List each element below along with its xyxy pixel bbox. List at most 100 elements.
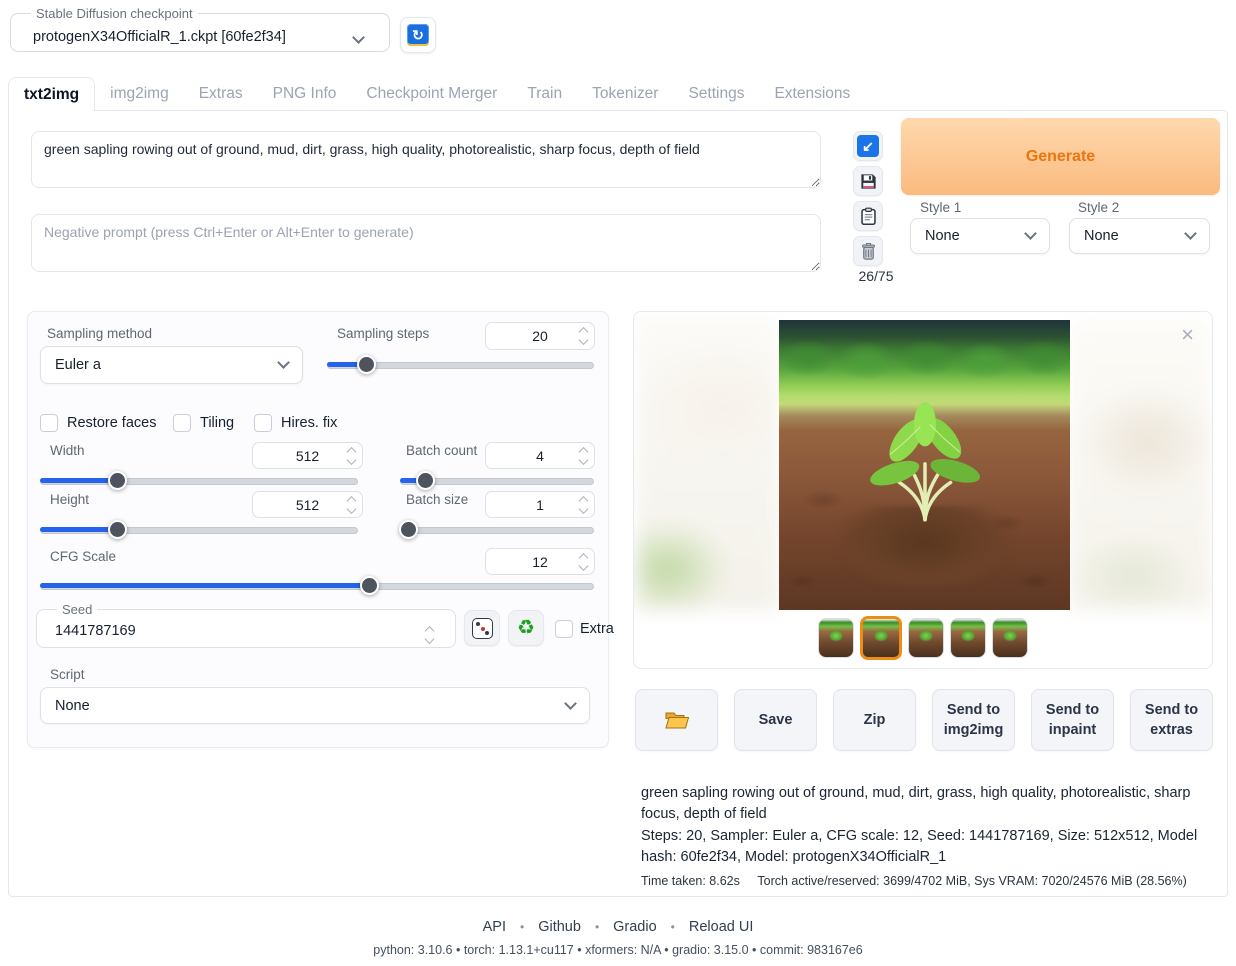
apply-style-button[interactable] xyxy=(853,201,883,231)
footer-link-reload-ui[interactable]: Reload UI xyxy=(689,919,753,935)
batch-size-slider[interactable] xyxy=(400,519,594,539)
restore-faces-label: Restore faces xyxy=(67,415,156,431)
tiling-label: Tiling xyxy=(200,415,234,431)
cfg-scale-slider[interactable] xyxy=(40,575,594,595)
stepper-icon[interactable] xyxy=(580,448,587,463)
tab-txt2img[interactable]: txt2img xyxy=(8,77,95,111)
tab-img2img[interactable]: img2img xyxy=(95,77,184,111)
footer-link-api[interactable]: API xyxy=(483,919,506,935)
tab-extras[interactable]: Extras xyxy=(184,77,258,111)
batch-count-input[interactable]: 4 xyxy=(485,442,595,469)
negative-prompt-input[interactable] xyxy=(31,214,821,272)
style1-select[interactable]: None xyxy=(910,218,1050,254)
txt2img-panel: green sapling rowing out of ground, mud,… xyxy=(8,110,1228,897)
generated-image[interactable] xyxy=(779,320,1070,610)
bullet-separator xyxy=(671,919,675,935)
style1-label: Style 1 xyxy=(920,200,961,215)
height-slider[interactable] xyxy=(40,519,358,539)
sampling-steps-input[interactable]: 20 xyxy=(485,322,595,350)
tab-png-info[interactable]: PNG Info xyxy=(258,77,352,111)
checkpoint-value: protogenX34OfficialR_1.ckpt [60fe2f34] xyxy=(33,29,286,45)
checkpoint-label: Stable Diffusion checkpoint xyxy=(31,6,198,21)
slider-knob[interactable] xyxy=(416,471,435,490)
tab-checkpoint-merger[interactable]: Checkpoint Merger xyxy=(351,77,512,111)
zip-button[interactable]: Zip xyxy=(833,689,916,751)
tab-settings[interactable]: Settings xyxy=(673,77,759,111)
tab-extensions[interactable]: Extensions xyxy=(759,77,865,111)
extra-seed-checkbox[interactable] xyxy=(555,620,573,638)
stepper-icon[interactable] xyxy=(580,497,587,512)
slider-knob[interactable] xyxy=(399,520,418,539)
save-button[interactable]: Save xyxy=(734,689,817,751)
stepper-icon[interactable] xyxy=(426,627,433,642)
output-gallery: × xyxy=(633,311,1213,669)
clipboard-icon xyxy=(859,207,878,226)
chevron-down-icon xyxy=(277,356,290,369)
script-label: Script xyxy=(50,667,85,682)
width-input[interactable]: 512 xyxy=(252,442,363,469)
hires-fix-checkbox[interactable] xyxy=(254,414,272,432)
batch-count-slider[interactable] xyxy=(400,470,594,490)
generation-info: green sapling rowing out of ground, mud,… xyxy=(641,783,1216,891)
version-info: python: 3.10.6 • torch: 1.13.1+cu117 • x… xyxy=(0,943,1236,957)
gallery-thumbnail-selected[interactable] xyxy=(860,616,902,660)
tab-train[interactable]: Train xyxy=(512,77,577,111)
footer-link-gradio[interactable]: Gradio xyxy=(613,919,657,935)
stepper-icon[interactable] xyxy=(580,329,587,344)
width-label: Width xyxy=(50,443,85,458)
batch-size-label: Batch size xyxy=(406,492,468,507)
height-input[interactable]: 512 xyxy=(252,491,363,518)
restore-faces-checkbox[interactable] xyxy=(40,414,58,432)
clear-prompt-button[interactable] xyxy=(853,236,883,266)
reuse-seed-button[interactable]: ♻ xyxy=(508,610,544,646)
open-folder-button[interactable] xyxy=(635,689,718,751)
time-taken: Time taken: 8.62s xyxy=(641,874,740,888)
gallery-thumbnail[interactable] xyxy=(818,618,854,658)
send-to-img2img-button[interactable]: Send to img2img xyxy=(932,689,1015,751)
sampling-steps-slider[interactable] xyxy=(327,354,594,374)
random-seed-button[interactable] xyxy=(464,610,500,646)
paste-params-button[interactable]: ↙ xyxy=(853,131,883,161)
chevron-down-icon xyxy=(352,31,365,44)
close-icon[interactable]: × xyxy=(1173,320,1202,350)
hires-fix-label: Hires. fix xyxy=(281,415,337,431)
bullet-separator xyxy=(520,919,524,935)
save-style-button[interactable] xyxy=(853,166,883,196)
generate-button[interactable]: Generate xyxy=(901,118,1220,195)
prompt-input[interactable]: green sapling rowing out of ground, mud,… xyxy=(31,131,821,188)
chevron-down-icon xyxy=(1024,227,1037,240)
slider-knob[interactable] xyxy=(108,520,127,539)
style2-select[interactable]: None xyxy=(1069,218,1210,254)
cfg-scale-input[interactable]: 12 xyxy=(485,548,595,575)
extra-seed-label: Extra xyxy=(580,621,614,637)
send-to-extras-button[interactable]: Send to extras xyxy=(1130,689,1213,751)
gallery-thumbnails xyxy=(634,616,1212,660)
seed-value: 1441787169 xyxy=(55,623,136,639)
slider-knob[interactable] xyxy=(357,355,376,374)
send-to-inpaint-button[interactable]: Send to inpaint xyxy=(1031,689,1114,751)
seed-input[interactable]: Seed 1441787169 xyxy=(36,602,456,648)
folder-icon xyxy=(664,709,690,731)
checkpoint-select[interactable]: Stable Diffusion checkpoint protogenX34O… xyxy=(10,6,390,52)
sampling-method-select[interactable]: Euler a xyxy=(40,346,303,384)
stepper-icon[interactable] xyxy=(348,497,355,512)
seed-label: Seed xyxy=(57,602,97,617)
gallery-thumbnail[interactable] xyxy=(908,618,944,658)
slider-knob[interactable] xyxy=(108,471,127,490)
batch-size-input[interactable]: 1 xyxy=(485,491,595,518)
footer-link-github[interactable]: Github xyxy=(538,919,581,935)
stepper-icon[interactable] xyxy=(580,554,587,569)
refresh-checkpoint-button[interactable]: ↻ xyxy=(400,17,436,53)
token-counter: 26/75 xyxy=(847,268,905,284)
tiling-checkbox[interactable] xyxy=(173,414,191,432)
tab-tokenizer[interactable]: Tokenizer xyxy=(577,77,673,111)
vram-usage: Torch active/reserved: 3699/4702 MiB, Sy… xyxy=(757,874,1186,888)
gallery-backdrop xyxy=(1070,320,1211,610)
slider-knob[interactable] xyxy=(360,576,379,595)
stepper-icon[interactable] xyxy=(348,448,355,463)
style2-label: Style 2 xyxy=(1078,200,1119,215)
gallery-thumbnail[interactable] xyxy=(992,618,1028,658)
width-slider[interactable] xyxy=(40,470,358,490)
script-select[interactable]: None xyxy=(40,687,590,724)
gallery-thumbnail[interactable] xyxy=(950,618,986,658)
